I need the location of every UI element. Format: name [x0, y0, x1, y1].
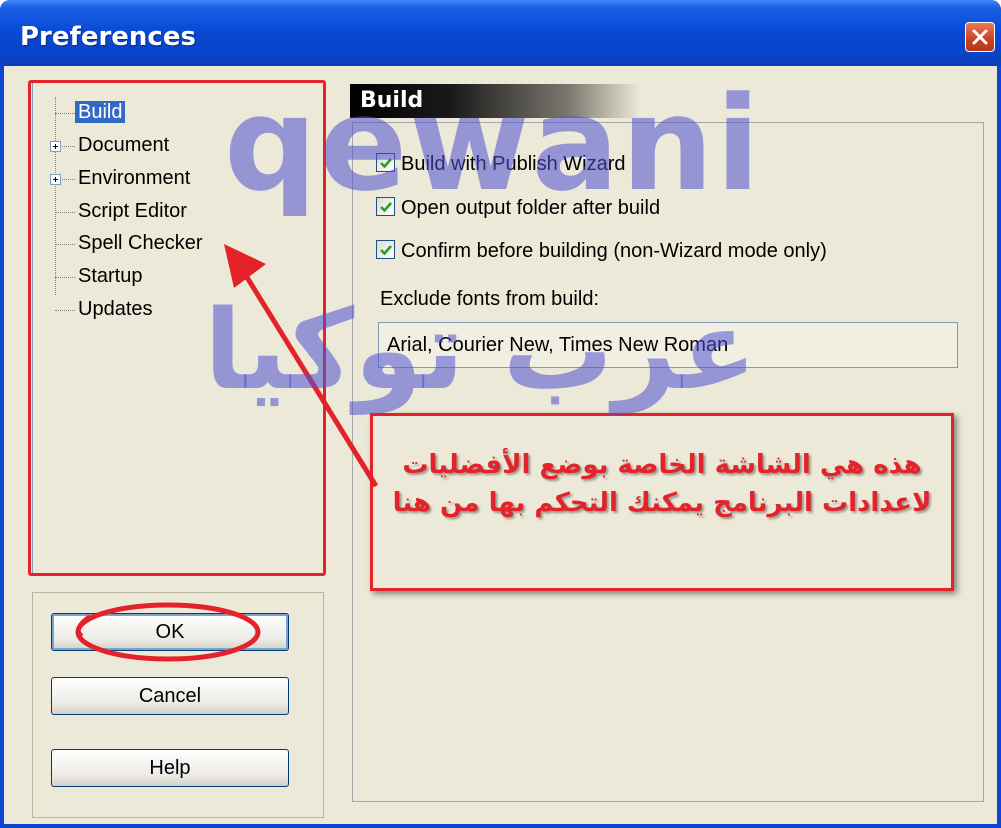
dialog-body: Build Document Environment Script Editor	[4, 66, 997, 824]
help-button[interactable]: Help	[51, 749, 289, 787]
checkmark-icon	[380, 202, 392, 213]
tree-item-build[interactable]: Build	[75, 101, 126, 124]
preferences-window: Preferences Build Document Environment S…	[0, 0, 1001, 828]
tree-item-label: Spell Checker	[78, 232, 203, 254]
tree-item-updates[interactable]: Updates	[75, 298, 156, 321]
section-header: Build	[350, 84, 640, 118]
expand-plus-icon[interactable]	[50, 174, 61, 185]
tree-connector	[55, 277, 75, 279]
tree-connector	[55, 212, 75, 214]
cancel-button[interactable]: Cancel	[51, 677, 289, 715]
tree-item-document[interactable]: Document	[75, 134, 172, 157]
close-button[interactable]	[965, 22, 995, 52]
expand-plus-icon[interactable]	[50, 141, 61, 152]
annotation-line-2: لاعدادات البرنامج يمكنك التحكم بها من هن…	[392, 488, 932, 518]
title-bar[interactable]: Preferences	[0, 0, 1001, 66]
tree-item-label: Environment	[78, 167, 191, 189]
checkmark-icon	[380, 158, 392, 169]
tree-item-script-editor[interactable]: Script Editor	[75, 200, 190, 223]
tree-connector	[55, 310, 75, 312]
exclude-fonts-input[interactable]: Arial, Courier New, Times New Roman	[378, 322, 958, 368]
tree-connector	[55, 244, 75, 246]
option-build-with-wizard[interactable]: Build with Publish Wizard	[376, 153, 626, 176]
ok-highlight-ellipse	[75, 602, 261, 662]
annotation-arrow	[224, 244, 379, 488]
tree-item-label: Updates	[78, 298, 153, 320]
close-icon	[972, 29, 988, 45]
checkbox[interactable]	[376, 153, 395, 173]
option-confirm-before-building[interactable]: Confirm before building (non-Wizard mode…	[376, 240, 827, 263]
tree-guide-line	[55, 97, 57, 295]
option-label: Open output folder after build	[401, 197, 661, 219]
annotation-text: هذه هي الشاشة الخاصة بوضع الأفضليات لاعد…	[374, 446, 950, 522]
option-label: Build with Publish Wizard	[401, 153, 626, 175]
tree-item-label: Build	[75, 101, 126, 123]
exclude-fonts-label: Exclude fonts from build:	[380, 288, 599, 310]
tree-item-environment[interactable]: Environment	[75, 167, 193, 190]
tree-item-startup[interactable]: Startup	[75, 265, 145, 288]
tree-connector	[55, 113, 75, 115]
option-open-output-folder[interactable]: Open output folder after build	[376, 197, 660, 220]
tree-item-label: Script Editor	[78, 200, 187, 222]
tree-item-label: Document	[78, 134, 170, 156]
option-label: Confirm before building (non-Wizard mode…	[401, 240, 827, 262]
tree-item-label: Startup	[78, 265, 143, 287]
annotation-line-1: هذه هي الشاشة الخاصة بوضع الأفضليات	[402, 450, 922, 480]
checkbox[interactable]	[376, 197, 395, 217]
window-title: Preferences	[20, 22, 196, 52]
tree-item-spell-checker[interactable]: Spell Checker	[75, 232, 206, 255]
